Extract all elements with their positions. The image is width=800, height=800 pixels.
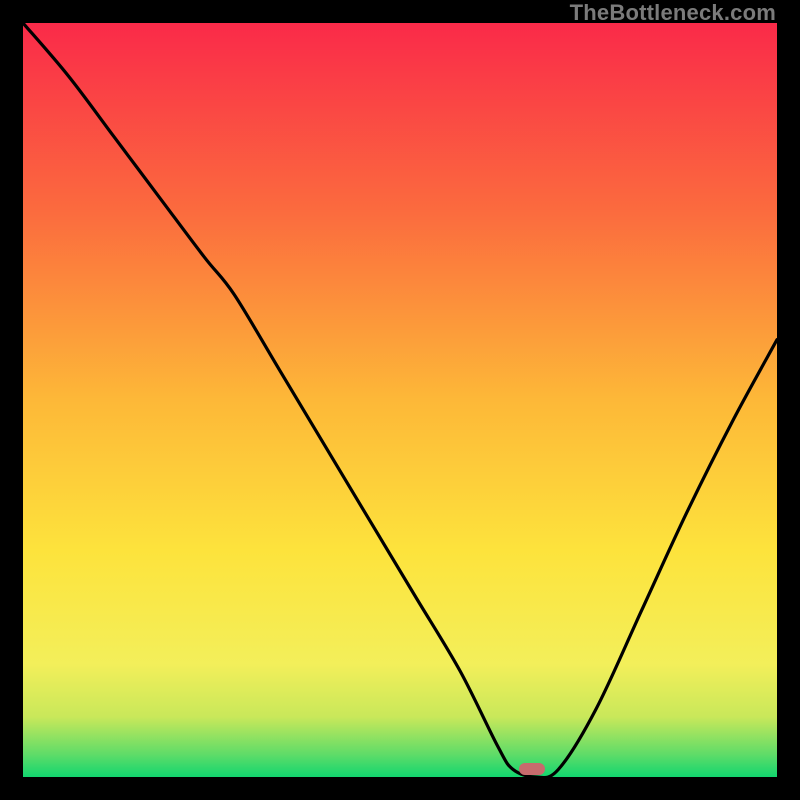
watermark-text: TheBottleneck.com [570, 0, 776, 26]
plot-area [23, 23, 777, 777]
bottleneck-curve [23, 23, 777, 777]
chart-frame: TheBottleneck.com [0, 0, 800, 800]
optimal-marker [519, 763, 545, 775]
